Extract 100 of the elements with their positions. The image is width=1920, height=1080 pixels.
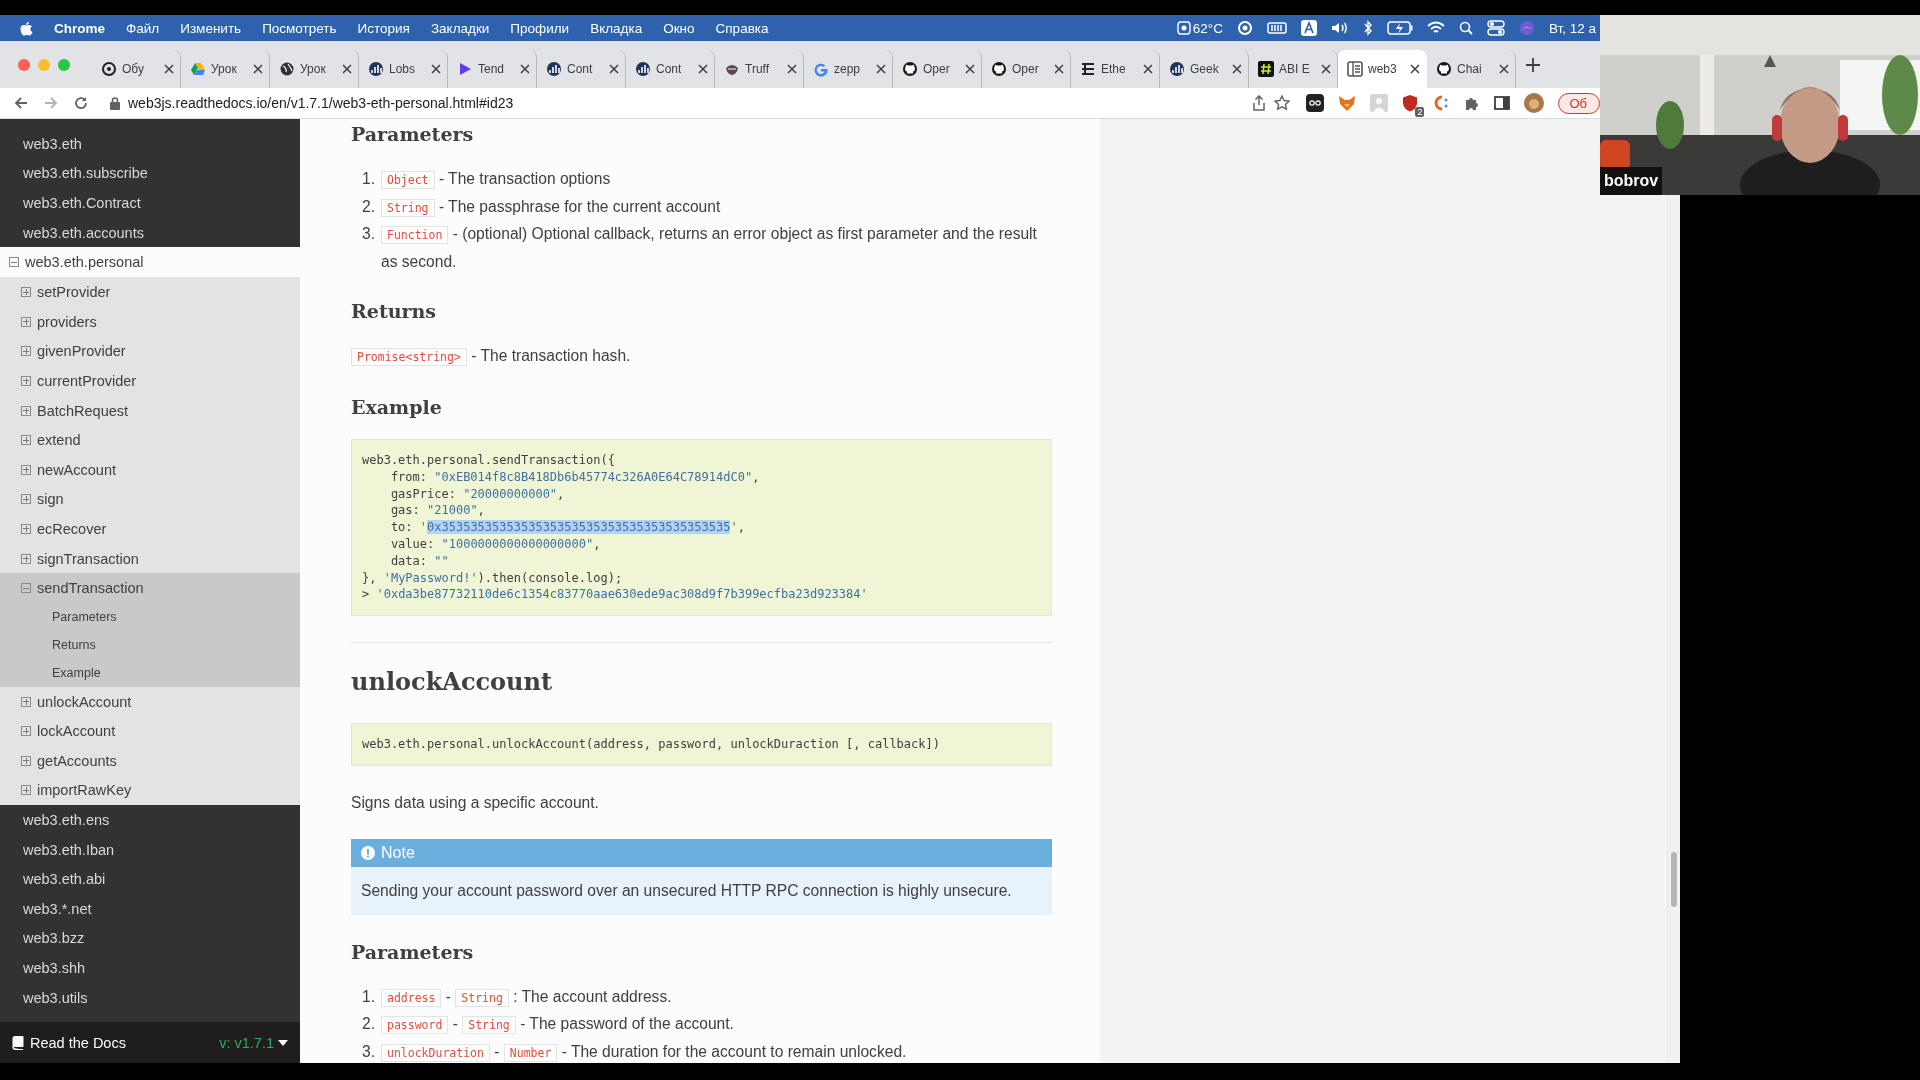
menu-item[interactable]: Окно [663,20,695,36]
sidebar-link[interactable]: unlockAccount [0,686,300,717]
expand-icon[interactable] [21,464,31,475]
sidebar-link[interactable]: BatchRequest [0,395,300,426]
sidebar-link[interactable]: web3.utils [0,982,300,1013]
sidebar-link[interactable]: Returns [0,630,300,659]
sidebar-link[interactable]: currentProvider [0,366,300,396]
fox-icon[interactable] [1338,94,1357,112]
close-icon[interactable] [431,64,441,74]
menu-item[interactable]: Изменить [180,20,242,36]
close-icon[interactable] [342,64,352,74]
sidebar-link[interactable]: ecRecover [0,514,300,544]
expand-icon[interactable] [21,494,31,505]
sidebar-link[interactable]: web3.eth.subscribe [0,158,300,189]
sidebar-link[interactable]: sign [0,484,300,515]
search-icon[interactable] [1458,21,1473,35]
close-icon[interactable] [1499,64,1509,74]
close-icon[interactable] [876,64,886,74]
sidebar-link[interactable]: givenProvider [0,336,300,367]
sidebar-link[interactable]: lockAccount [0,716,300,747]
gear-icon[interactable] [1236,20,1253,36]
sidebar-link[interactable]: setProvider [0,277,300,307]
sidebar-link[interactable]: web3.eth.personal [0,247,300,278]
star-icon[interactable] [1274,95,1291,111]
expand-icon[interactable] [21,523,31,534]
sidebar-link[interactable]: newAccount [0,454,300,485]
new-tab-icon[interactable] [1526,57,1540,72]
close-icon[interactable] [1321,64,1331,74]
expand-icon[interactable] [21,696,31,707]
expand-icon[interactable] [21,553,31,564]
sidebar-link[interactable]: web3.eth.Iban [0,834,300,865]
close-icon[interactable] [1232,64,1242,74]
temperature-reading[interactable]: 62°C [1192,20,1223,36]
expand-icon[interactable] [21,755,31,766]
menu-item[interactable]: Chrome [54,20,105,36]
apple-icon[interactable] [20,20,33,36]
sidebar-link[interactable]: getAccounts [0,746,300,776]
expand-icon[interactable] [21,726,31,737]
sidebar-link[interactable]: Example [0,658,300,687]
sidebar-link[interactable]: web3.eth.abi [0,864,300,895]
volume-icon[interactable] [1330,21,1349,35]
expand-icon[interactable] [21,346,31,357]
sidebar-link[interactable]: importRawKey [0,775,300,806]
sidebar-link[interactable]: web3.eth.ens [0,805,300,835]
sidebar-link[interactable]: sendTransaction [0,573,300,603]
close-icon[interactable] [520,64,530,74]
keyboard-layout-icon[interactable] [1300,20,1317,36]
menu-item[interactable]: Справка [715,20,769,36]
close-icon[interactable] [787,64,797,74]
close-icon[interactable] [164,64,174,74]
back-icon[interactable] [14,96,28,110]
collapse-icon[interactable] [9,257,19,268]
sidebar-link[interactable]: extend [0,425,300,455]
battery-icon[interactable] [1386,21,1413,35]
expand-icon[interactable] [21,785,31,796]
menu-item[interactable]: Вкладка [590,20,643,36]
wifi-icon[interactable] [1426,21,1445,35]
browser-tab[interactable]: web3 [1338,50,1427,88]
menu-item[interactable]: Профили [510,20,570,36]
reload-icon[interactable] [74,96,88,110]
side-panel-icon[interactable] [1494,95,1511,111]
shield-icon[interactable] [1402,94,1419,112]
avatar-icon[interactable] [1524,93,1545,113]
close-icon[interactable] [1410,64,1420,74]
sidebar-link[interactable]: web3.eth [0,129,300,159]
expand-icon[interactable] [21,435,31,446]
sidebar-link[interactable]: providers [0,306,300,337]
menu-item[interactable]: Посмотреть [262,20,337,36]
puzzle-icon[interactable] [1464,95,1481,111]
close-icon[interactable] [253,64,263,74]
sensor-icon[interactable] [1176,21,1191,35]
expand-icon[interactable] [21,375,31,386]
close-icon[interactable] [1143,64,1153,74]
sidebar-link[interactable]: web3.eth.Contract [0,188,300,218]
sidebar-link[interactable]: web3.eth.accounts [0,217,300,248]
update-button[interactable]: Об [1558,92,1600,114]
sidebar-link[interactable]: web3.shh [0,953,300,983]
extension-icon[interactable] [1306,94,1325,112]
sidebar-link[interactable]: signTransaction [0,543,300,574]
sidebar-link[interactable]: web3.bzz [0,923,300,954]
scrollbar-thumb[interactable] [1671,852,1677,907]
expand-icon[interactable] [21,287,31,298]
expand-icon[interactable] [21,316,31,327]
close-icon[interactable] [609,64,619,74]
close-icon[interactable] [965,64,975,74]
menu-item[interactable]: Закладки [430,20,490,36]
sidebar-link[interactable]: web3.*.net [0,894,300,924]
close-icon[interactable] [1054,64,1064,74]
sidebar-link[interactable]: Parameters [0,602,300,631]
menu-item[interactable]: Файл [126,20,160,36]
version-selector[interactable]: v: v1.7.1 [219,1034,274,1051]
expand-icon[interactable] [21,405,31,416]
menu-item[interactable]: История [357,20,410,36]
collapse-icon[interactable] [21,583,31,594]
close-icon[interactable] [698,64,708,74]
share-icon[interactable] [1252,95,1267,111]
clock-text[interactable]: Вт, 12 а [1548,20,1596,36]
footer-label[interactable]: Read the Docs [30,1034,126,1051]
control-center-icon[interactable] [1486,20,1505,36]
caret-icon[interactable] [278,1039,288,1046]
